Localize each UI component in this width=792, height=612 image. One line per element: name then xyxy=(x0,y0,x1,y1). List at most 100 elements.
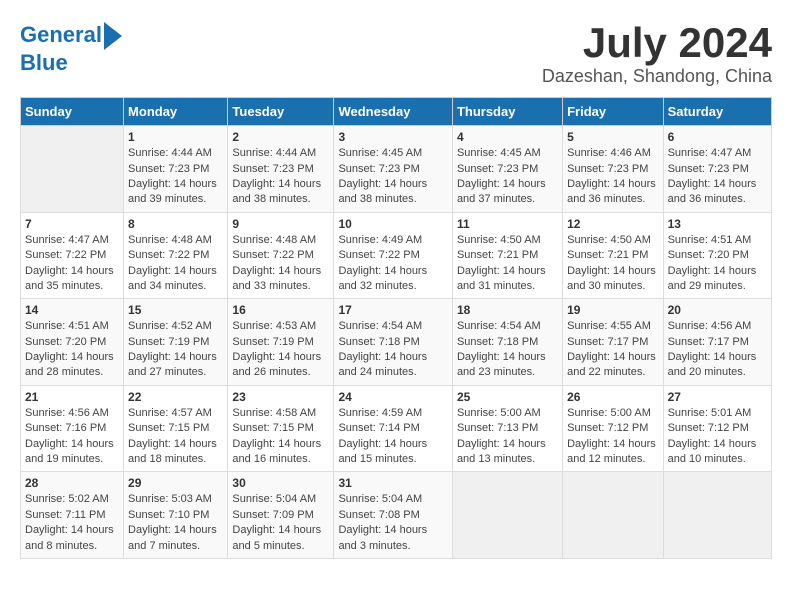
calendar-cell: 31 Sunrise: 5:04 AMSunset: 7:08 PMDaylig… xyxy=(334,472,453,559)
day-number: 20 xyxy=(668,303,767,317)
cell-content: Sunrise: 4:54 AMSunset: 7:18 PMDaylight:… xyxy=(457,320,546,378)
weekday-header: Saturday xyxy=(663,98,771,126)
day-number: 2 xyxy=(232,130,329,144)
cell-content: Sunrise: 4:48 AMSunset: 7:22 PMDaylight:… xyxy=(128,234,217,292)
day-number: 1 xyxy=(128,130,223,144)
weekday-header: Sunday xyxy=(21,98,124,126)
calendar-cell: 9 Sunrise: 4:48 AMSunset: 7:22 PMDayligh… xyxy=(228,212,334,299)
main-title: July 2024 xyxy=(542,20,772,66)
cell-content: Sunrise: 4:47 AMSunset: 7:23 PMDaylight:… xyxy=(668,147,757,205)
day-number: 29 xyxy=(128,476,223,490)
day-number: 10 xyxy=(338,217,448,231)
logo-arrow-icon xyxy=(104,22,122,50)
calendar-cell: 22 Sunrise: 4:57 AMSunset: 7:15 PMDaylig… xyxy=(124,385,228,472)
day-number: 3 xyxy=(338,130,448,144)
day-number: 22 xyxy=(128,390,223,404)
calendar-cell: 2 Sunrise: 4:44 AMSunset: 7:23 PMDayligh… xyxy=(228,126,334,213)
calendar-cell: 29 Sunrise: 5:03 AMSunset: 7:10 PMDaylig… xyxy=(124,472,228,559)
cell-content: Sunrise: 5:00 AMSunset: 7:12 PMDaylight:… xyxy=(567,407,656,465)
calendar-week-row: 7 Sunrise: 4:47 AMSunset: 7:22 PMDayligh… xyxy=(21,212,772,299)
day-number: 7 xyxy=(25,217,119,231)
day-number: 21 xyxy=(25,390,119,404)
calendar-cell: 26 Sunrise: 5:00 AMSunset: 7:12 PMDaylig… xyxy=(563,385,663,472)
day-number: 26 xyxy=(567,390,658,404)
day-number: 14 xyxy=(25,303,119,317)
cell-content: Sunrise: 4:59 AMSunset: 7:14 PMDaylight:… xyxy=(338,407,427,465)
calendar-cell: 21 Sunrise: 4:56 AMSunset: 7:16 PMDaylig… xyxy=(21,385,124,472)
weekday-header: Friday xyxy=(563,98,663,126)
calendar-week-row: 1 Sunrise: 4:44 AMSunset: 7:23 PMDayligh… xyxy=(21,126,772,213)
cell-content: Sunrise: 4:46 AMSunset: 7:23 PMDaylight:… xyxy=(567,147,656,205)
calendar-week-row: 14 Sunrise: 4:51 AMSunset: 7:20 PMDaylig… xyxy=(21,299,772,386)
calendar-cell xyxy=(21,126,124,213)
page-header: General Blue July 2024 Dazeshan, Shandon… xyxy=(20,20,772,87)
day-number: 18 xyxy=(457,303,558,317)
calendar-cell: 25 Sunrise: 5:00 AMSunset: 7:13 PMDaylig… xyxy=(452,385,562,472)
calendar-cell: 20 Sunrise: 4:56 AMSunset: 7:17 PMDaylig… xyxy=(663,299,771,386)
day-number: 9 xyxy=(232,217,329,231)
cell-content: Sunrise: 4:51 AMSunset: 7:20 PMDaylight:… xyxy=(668,234,757,292)
calendar-cell: 16 Sunrise: 4:53 AMSunset: 7:19 PMDaylig… xyxy=(228,299,334,386)
cell-content: Sunrise: 4:44 AMSunset: 7:23 PMDaylight:… xyxy=(232,147,321,205)
cell-content: Sunrise: 4:53 AMSunset: 7:19 PMDaylight:… xyxy=(232,320,321,378)
cell-content: Sunrise: 4:56 AMSunset: 7:16 PMDaylight:… xyxy=(25,407,114,465)
cell-content: Sunrise: 4:50 AMSunset: 7:21 PMDaylight:… xyxy=(457,234,546,292)
calendar-week-row: 21 Sunrise: 4:56 AMSunset: 7:16 PMDaylig… xyxy=(21,385,772,472)
logo-blue: Blue xyxy=(20,50,68,76)
calendar-cell: 3 Sunrise: 4:45 AMSunset: 7:23 PMDayligh… xyxy=(334,126,453,213)
title-block: July 2024 Dazeshan, Shandong, China xyxy=(542,20,772,87)
day-number: 5 xyxy=(567,130,658,144)
cell-content: Sunrise: 5:04 AMSunset: 7:09 PMDaylight:… xyxy=(232,493,321,551)
cell-content: Sunrise: 4:54 AMSunset: 7:18 PMDaylight:… xyxy=(338,320,427,378)
logo-general: General xyxy=(20,22,102,47)
cell-content: Sunrise: 4:51 AMSunset: 7:20 PMDaylight:… xyxy=(25,320,114,378)
day-number: 6 xyxy=(668,130,767,144)
cell-content: Sunrise: 4:48 AMSunset: 7:22 PMDaylight:… xyxy=(232,234,321,292)
cell-content: Sunrise: 4:50 AMSunset: 7:21 PMDaylight:… xyxy=(567,234,656,292)
calendar-cell: 27 Sunrise: 5:01 AMSunset: 7:12 PMDaylig… xyxy=(663,385,771,472)
day-number: 12 xyxy=(567,217,658,231)
cell-content: Sunrise: 4:45 AMSunset: 7:23 PMDaylight:… xyxy=(338,147,427,205)
cell-content: Sunrise: 4:58 AMSunset: 7:15 PMDaylight:… xyxy=(232,407,321,465)
cell-content: Sunrise: 4:45 AMSunset: 7:23 PMDaylight:… xyxy=(457,147,546,205)
day-number: 27 xyxy=(668,390,767,404)
cell-content: Sunrise: 5:01 AMSunset: 7:12 PMDaylight:… xyxy=(668,407,757,465)
calendar-cell: 12 Sunrise: 4:50 AMSunset: 7:21 PMDaylig… xyxy=(563,212,663,299)
calendar-cell xyxy=(563,472,663,559)
day-number: 16 xyxy=(232,303,329,317)
day-number: 28 xyxy=(25,476,119,490)
cell-content: Sunrise: 5:00 AMSunset: 7:13 PMDaylight:… xyxy=(457,407,546,465)
calendar-cell: 7 Sunrise: 4:47 AMSunset: 7:22 PMDayligh… xyxy=(21,212,124,299)
cell-content: Sunrise: 5:02 AMSunset: 7:11 PMDaylight:… xyxy=(25,493,114,551)
day-number: 17 xyxy=(338,303,448,317)
cell-content: Sunrise: 5:03 AMSunset: 7:10 PMDaylight:… xyxy=(128,493,217,551)
calendar-cell: 18 Sunrise: 4:54 AMSunset: 7:18 PMDaylig… xyxy=(452,299,562,386)
calendar-cell: 17 Sunrise: 4:54 AMSunset: 7:18 PMDaylig… xyxy=(334,299,453,386)
cell-content: Sunrise: 4:44 AMSunset: 7:23 PMDaylight:… xyxy=(128,147,217,205)
calendar-cell: 13 Sunrise: 4:51 AMSunset: 7:20 PMDaylig… xyxy=(663,212,771,299)
cell-content: Sunrise: 4:52 AMSunset: 7:19 PMDaylight:… xyxy=(128,320,217,378)
weekday-header: Thursday xyxy=(452,98,562,126)
cell-content: Sunrise: 5:04 AMSunset: 7:08 PMDaylight:… xyxy=(338,493,427,551)
day-number: 13 xyxy=(668,217,767,231)
calendar-cell: 23 Sunrise: 4:58 AMSunset: 7:15 PMDaylig… xyxy=(228,385,334,472)
calendar-cell: 4 Sunrise: 4:45 AMSunset: 7:23 PMDayligh… xyxy=(452,126,562,213)
day-number: 4 xyxy=(457,130,558,144)
day-number: 23 xyxy=(232,390,329,404)
sub-title: Dazeshan, Shandong, China xyxy=(542,66,772,87)
weekday-header: Wednesday xyxy=(334,98,453,126)
calendar-cell: 28 Sunrise: 5:02 AMSunset: 7:11 PMDaylig… xyxy=(21,472,124,559)
cell-content: Sunrise: 4:55 AMSunset: 7:17 PMDaylight:… xyxy=(567,320,656,378)
cell-content: Sunrise: 4:57 AMSunset: 7:15 PMDaylight:… xyxy=(128,407,217,465)
calendar-cell: 19 Sunrise: 4:55 AMSunset: 7:17 PMDaylig… xyxy=(563,299,663,386)
day-number: 11 xyxy=(457,217,558,231)
calendar-cell xyxy=(663,472,771,559)
calendar-cell: 14 Sunrise: 4:51 AMSunset: 7:20 PMDaylig… xyxy=(21,299,124,386)
calendar-cell: 5 Sunrise: 4:46 AMSunset: 7:23 PMDayligh… xyxy=(563,126,663,213)
weekday-header: Monday xyxy=(124,98,228,126)
calendar-cell: 10 Sunrise: 4:49 AMSunset: 7:22 PMDaylig… xyxy=(334,212,453,299)
day-number: 25 xyxy=(457,390,558,404)
weekday-header: Tuesday xyxy=(228,98,334,126)
day-number: 24 xyxy=(338,390,448,404)
day-number: 15 xyxy=(128,303,223,317)
